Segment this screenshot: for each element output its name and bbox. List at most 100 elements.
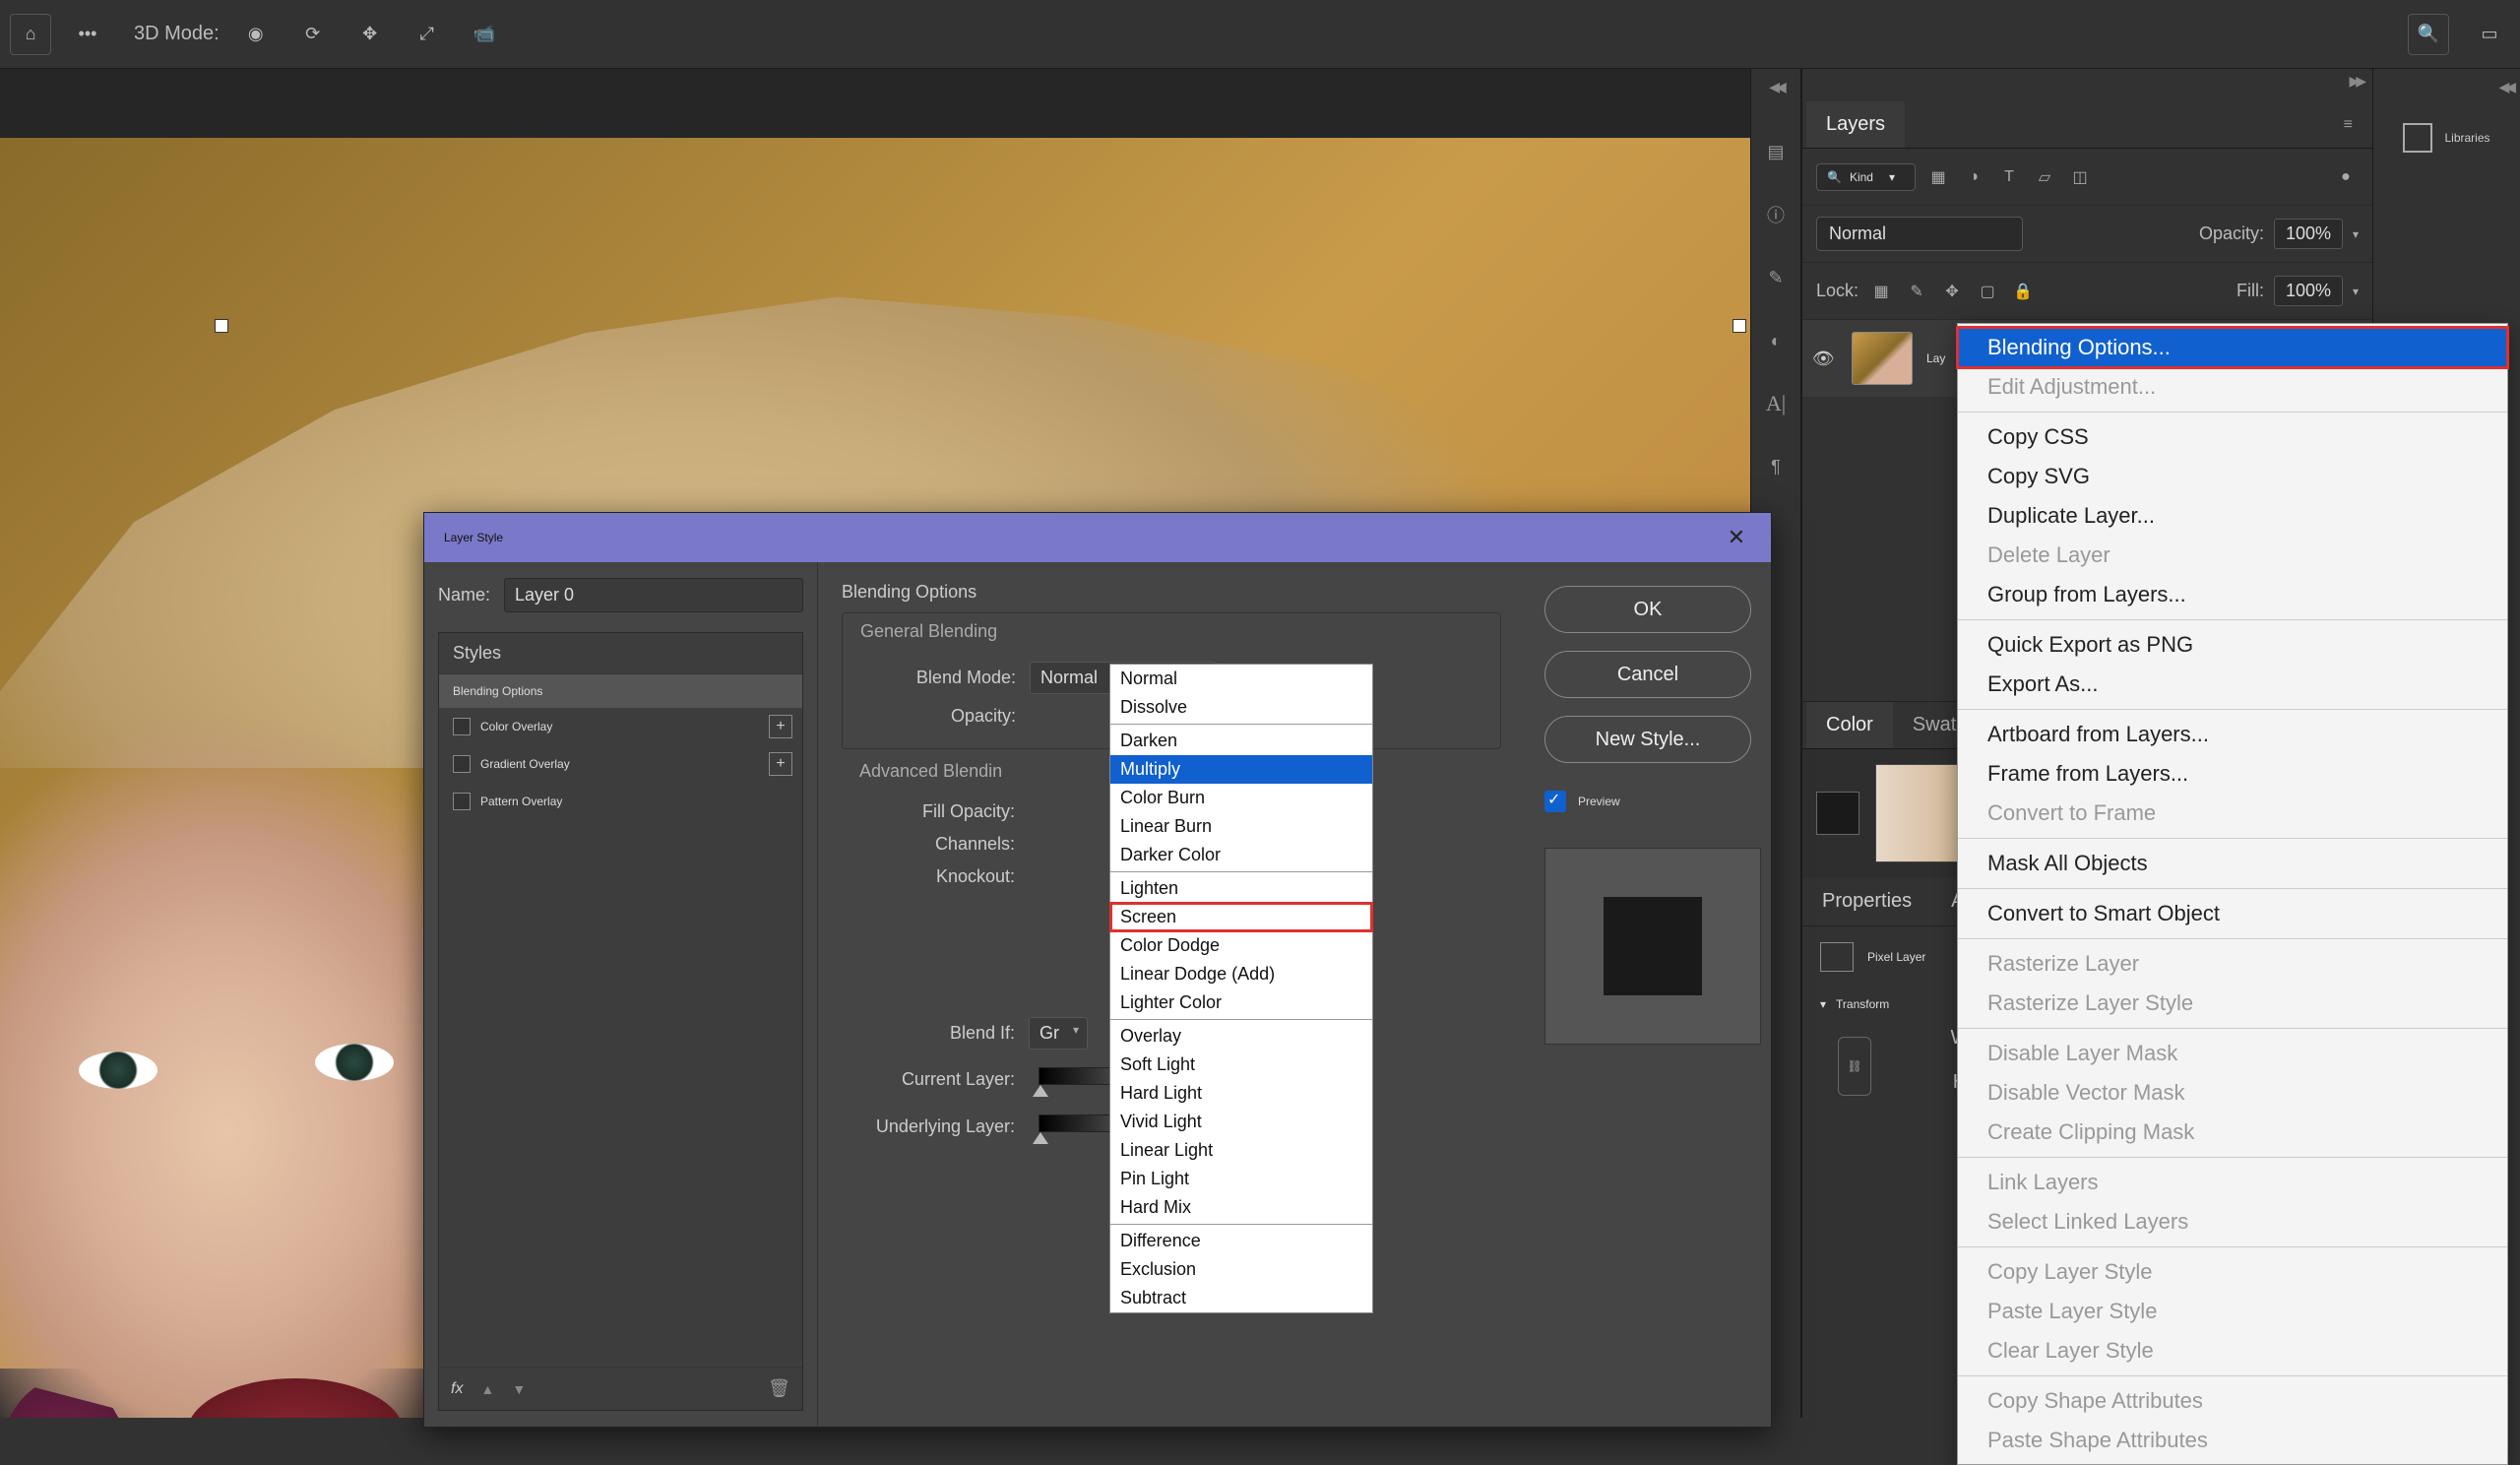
orbit-icon[interactable]: ◉ <box>235 14 277 55</box>
context-menu-item[interactable]: Copy SVG <box>1958 457 2507 496</box>
workspace-icon[interactable]: ▭ <box>2469 14 2510 55</box>
blend-mode-option[interactable]: Overlay <box>1110 1022 1372 1051</box>
blend-mode-option[interactable]: Difference <box>1110 1227 1372 1255</box>
home-icon[interactable]: ⌂ <box>10 14 51 55</box>
blend-mode-option[interactable]: Soft Light <box>1110 1051 1372 1079</box>
selection-handle[interactable] <box>1732 319 1746 333</box>
chevron-down-icon[interactable]: ▾ <box>2353 285 2359 298</box>
filter-toggle-icon[interactable]: ● <box>2333 164 2359 190</box>
collapse-arrow-icon[interactable]: ◀◀ <box>2498 79 2512 96</box>
move-down-icon[interactable]: ▼ <box>512 1381 526 1397</box>
chevron-down-icon[interactable]: ▾ <box>2353 227 2359 241</box>
blend-mode-option[interactable]: Dissolve <box>1110 693 1372 722</box>
blend-mode-select[interactable]: Normal <box>1816 217 2023 251</box>
style-item[interactable]: Pattern Overlay <box>439 783 802 820</box>
close-button[interactable]: ✕ <box>1722 523 1751 552</box>
context-menu-item[interactable]: Copy CSS <box>1958 417 2507 457</box>
blend-mode-option[interactable]: Exclusion <box>1110 1255 1372 1284</box>
style-item[interactable]: Gradient Overlay+ <box>439 745 802 783</box>
blend-mode-option[interactable]: Pin Light <box>1110 1165 1372 1193</box>
context-menu-item[interactable]: Mask All Objects <box>1958 844 2507 883</box>
preview-checkbox[interactable] <box>1544 791 1566 812</box>
opacity-input[interactable]: 100% <box>2274 219 2343 249</box>
move-up-icon[interactable]: ▲ <box>480 1381 494 1397</box>
rotate-icon[interactable]: ⟳ <box>292 14 334 55</box>
trash-icon[interactable]: 🗑 <box>768 1378 790 1399</box>
blend-mode-option[interactable]: Hard Light <box>1110 1079 1372 1108</box>
fill-input[interactable]: 100% <box>2274 276 2343 306</box>
context-menu-item[interactable]: Blending Options... <box>1958 328 2507 367</box>
blend-mode-option[interactable]: Color Burn <box>1110 784 1372 812</box>
fx-menu-button[interactable]: fx <box>451 1380 463 1398</box>
filter-shape-icon[interactable]: ▱ <box>2032 164 2057 190</box>
blend-mode-option[interactable]: Linear Dodge (Add) <box>1110 960 1372 988</box>
style-item[interactable]: Color Overlay+ <box>439 708 802 745</box>
context-menu-item[interactable]: Quick Export as PNG <box>1958 625 2507 665</box>
style-item[interactable]: Blending Options <box>439 674 802 708</box>
context-menu-item[interactable]: Export As... <box>1958 665 2507 704</box>
context-menu-item[interactable]: Artboard from Layers... <box>1958 715 2507 754</box>
filter-pixel-icon[interactable]: ▦ <box>1925 164 1951 190</box>
color-tab[interactable]: Color <box>1806 702 1893 748</box>
blend-mode-option[interactable]: Screen <box>1110 903 1372 931</box>
blend-mode-option[interactable]: Vivid Light <box>1110 1108 1372 1136</box>
move-icon[interactable]: ✥ <box>349 14 391 55</box>
filter-type-icon[interactable]: T <box>1996 164 2022 190</box>
add-effect-button[interactable]: + <box>769 752 792 776</box>
context-menu-item[interactable]: Group from Layers... <box>1958 575 2507 614</box>
layers-tab[interactable]: Layers <box>1806 101 1905 148</box>
info-icon[interactable]: ⓘ <box>1761 200 1791 229</box>
blend-mode-option[interactable]: Color Dodge <box>1110 931 1372 960</box>
properties-tab[interactable]: Properties <box>1802 890 1931 913</box>
blend-mode-option[interactable]: Lighter Color <box>1110 988 1372 1017</box>
add-effect-button[interactable]: + <box>769 715 792 738</box>
context-menu-item[interactable]: Duplicate Layer... <box>1958 496 2507 536</box>
style-checkbox[interactable] <box>453 718 471 735</box>
search-icon[interactable]: 🔍 <box>2408 14 2449 55</box>
dialog-titlebar[interactable]: Layer Style ✕ <box>424 513 1771 562</box>
layer-name-input[interactable] <box>504 578 803 612</box>
new-style-button[interactable]: New Style... <box>1544 716 1751 763</box>
blend-mode-option[interactable]: Darker Color <box>1110 841 1372 869</box>
paragraph-icon[interactable]: ¶ <box>1761 452 1791 481</box>
character-icon[interactable]: A| <box>1761 389 1791 418</box>
collapse-arrow-icon[interactable]: ▶▶ <box>2339 69 2372 94</box>
selection-handle[interactable] <box>215 319 228 333</box>
visibility-icon[interactable]: 👁 <box>1812 349 1838 369</box>
blend-mode-option[interactable]: Darken <box>1110 727 1372 755</box>
blend-mode-option[interactable]: Linear Light <box>1110 1136 1372 1165</box>
lock-artboard-icon[interactable]: ▢ <box>1975 279 2000 304</box>
layer-thumbnail[interactable] <box>1852 332 1913 385</box>
camera-icon[interactable]: 📹 <box>464 14 505 55</box>
blend-mode-option[interactable]: Subtract <box>1110 1284 1372 1312</box>
lock-pixels-icon[interactable]: ✎ <box>1904 279 1929 304</box>
ok-button[interactable]: OK <box>1544 586 1751 633</box>
context-menu-item[interactable]: Frame from Layers... <box>1958 754 2507 794</box>
blend-mode-option[interactable]: Multiply <box>1110 755 1372 784</box>
libraries-label[interactable]: Libraries <box>2444 131 2489 145</box>
brush-icon[interactable]: ✎ <box>1761 263 1791 292</box>
blend-mode-option[interactable]: Hard Mix <box>1110 1193 1372 1222</box>
expand-arrow-icon[interactable]: ◀◀ <box>1769 79 1783 96</box>
filter-adjustment-icon[interactable]: ◑ <box>1961 164 1986 190</box>
filter-smartobj-icon[interactable]: ◫ <box>2067 164 2093 190</box>
histogram-icon[interactable]: ▤ <box>1761 137 1791 166</box>
lock-position-icon[interactable]: ✥ <box>1939 279 1965 304</box>
context-menu-item[interactable]: Convert to Smart Object <box>1958 894 2507 933</box>
layer-filter-kind[interactable]: 🔍Kind▾ <box>1816 163 1916 191</box>
style-checkbox[interactable] <box>453 793 471 810</box>
style-checkbox[interactable] <box>453 755 471 773</box>
panel-menu-icon[interactable]: ≡ <box>2330 116 2368 134</box>
blend-mode-option[interactable]: Linear Burn <box>1110 812 1372 841</box>
scale-icon[interactable]: ⤢ <box>407 14 448 55</box>
lock-transparency-icon[interactable]: ▦ <box>1868 279 1894 304</box>
chevron-down-icon[interactable]: ▾ <box>1820 997 1826 1011</box>
libraries-icon[interactable] <box>2403 123 2432 153</box>
cancel-button[interactable]: Cancel <box>1544 651 1751 698</box>
foreground-background-swatch[interactable] <box>1816 792 1859 835</box>
styles-header[interactable]: Styles <box>439 633 802 674</box>
link-icon[interactable]: ⛓ <box>1838 1037 1871 1096</box>
adjustments-icon[interactable]: ◐ <box>1761 326 1791 355</box>
blend-if-dropdown[interactable]: Gr <box>1029 1017 1088 1050</box>
blend-mode-option[interactable]: Lighten <box>1110 874 1372 903</box>
